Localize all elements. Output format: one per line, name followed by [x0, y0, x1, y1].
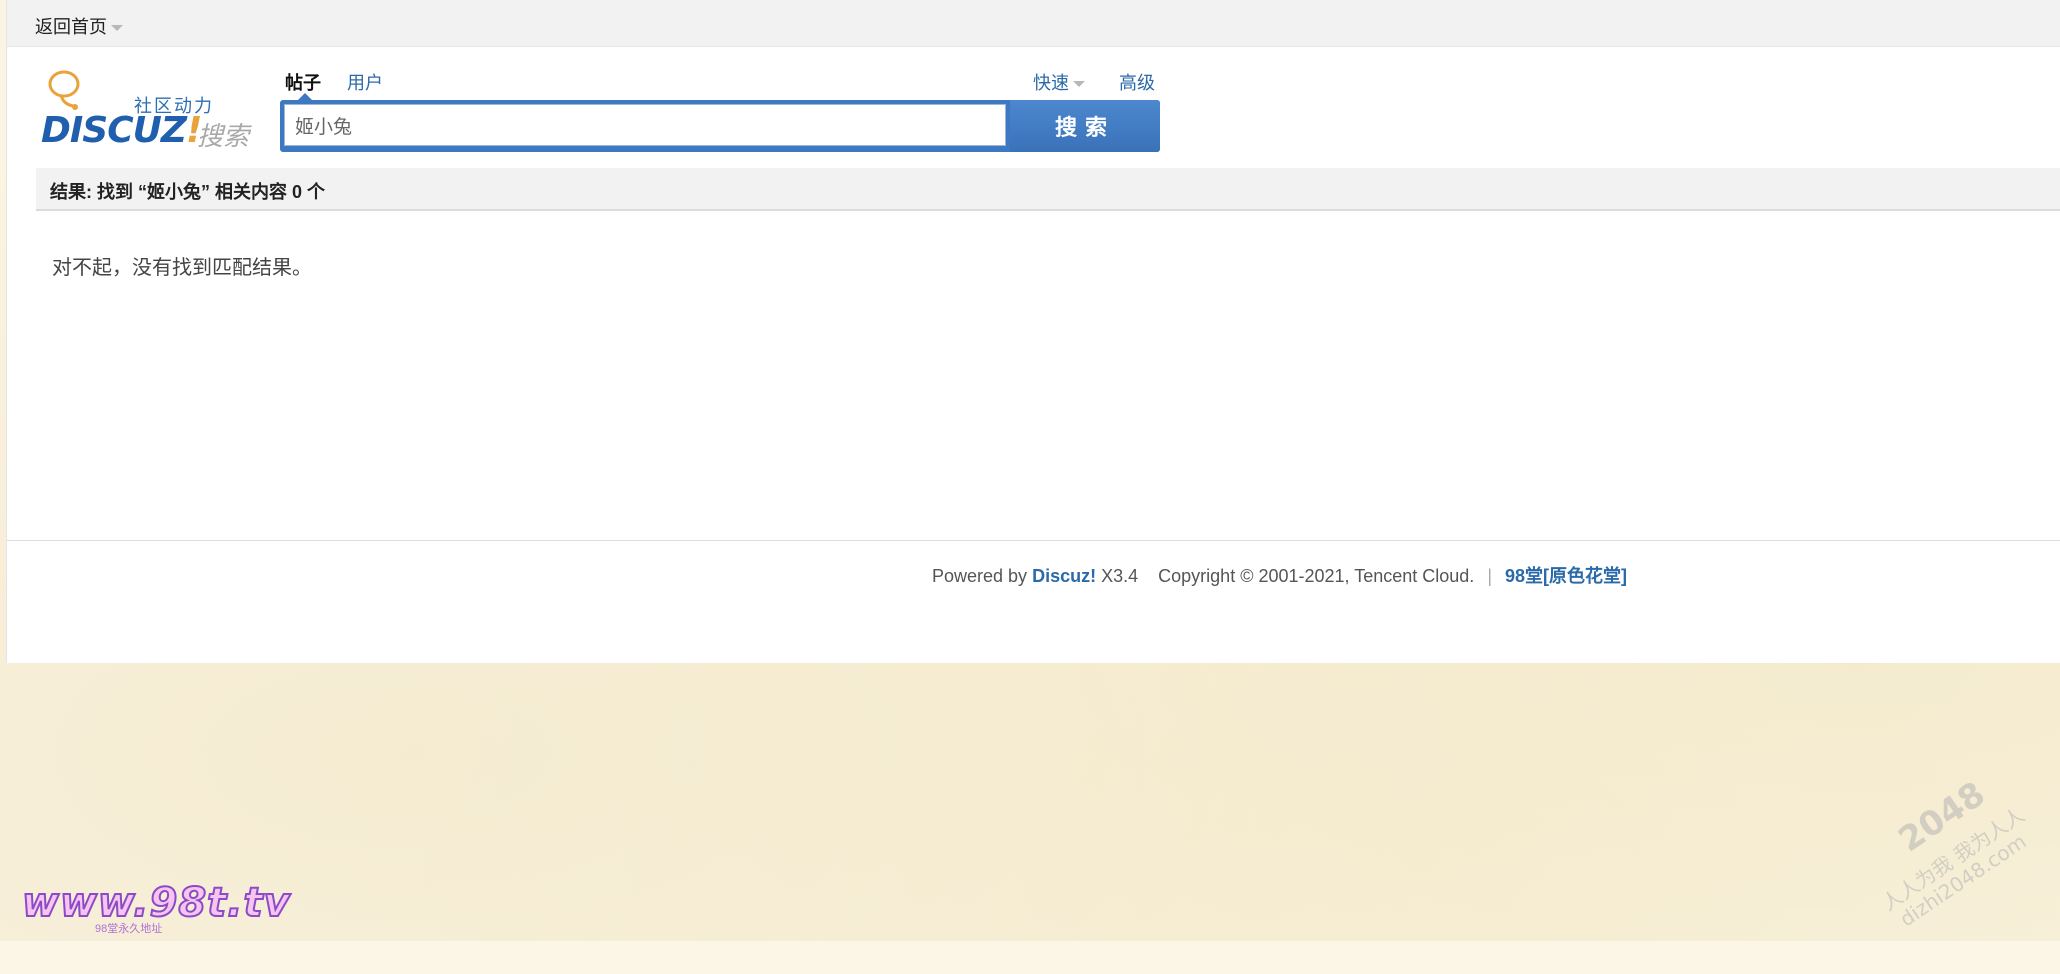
site-watermark-subtext: 98堂永久地址: [95, 923, 163, 935]
back-home-link[interactable]: 返回首页: [35, 13, 123, 39]
advanced-search-link[interactable]: 高级: [1119, 69, 1155, 95]
quick-search-dropdown[interactable]: 快速: [1033, 69, 1085, 95]
search-input[interactable]: [284, 104, 1006, 146]
powered-by-text: Powered by: [932, 566, 1028, 586]
search-page: 返回首页 社区动力 DISCUZ! 搜索 帖子 用户 快速 高级 搜索 结果: …: [6, 0, 2060, 663]
footer-line: Powered by Discuz! X3.4 Copyright © 2001…: [932, 562, 1627, 588]
copyright-text: Copyright © 2001-2021, Tencent Cloud.: [1158, 566, 1475, 586]
back-home-label: 返回首页: [35, 17, 107, 37]
logo-brand-word: DISCUZ: [41, 110, 187, 151]
search-button[interactable]: 搜索: [1010, 100, 1160, 152]
quick-search-label: 快速: [1033, 73, 1069, 93]
no-result-message: 对不起，没有找到匹配结果。: [52, 257, 312, 279]
logo-search-word: 搜索: [197, 121, 250, 151]
footer-divider: [7, 540, 2060, 541]
search-box: 搜索: [280, 100, 1160, 152]
version-text: X3.4: [1101, 566, 1139, 586]
result-summary-bar: 结果: 找到 “姬小兔” 相关内容 0 个: [36, 168, 2060, 211]
discuz-link[interactable]: Discuz!: [1032, 566, 1096, 586]
footer-separator: |: [1487, 566, 1492, 586]
tab-users[interactable]: 用户: [347, 69, 383, 95]
active-tab-pointer-icon: [298, 93, 312, 100]
chevron-down-icon: [111, 25, 123, 32]
site-name-link[interactable]: 98堂[原色花堂]: [1505, 566, 1627, 586]
tab-posts[interactable]: 帖子: [285, 69, 321, 95]
speech-bubble-icon: [48, 70, 80, 110]
discuz-search-logo[interactable]: 社区动力 DISCUZ! 搜索: [37, 66, 257, 151]
logo-brand-text: DISCUZ!: [41, 110, 202, 151]
top-nav-bar: 返回首页: [7, 0, 2060, 47]
chevron-down-icon: [1073, 81, 1085, 88]
result-summary-text: 结果: 找到 “姬小兔” 相关内容 0 个: [50, 182, 326, 202]
